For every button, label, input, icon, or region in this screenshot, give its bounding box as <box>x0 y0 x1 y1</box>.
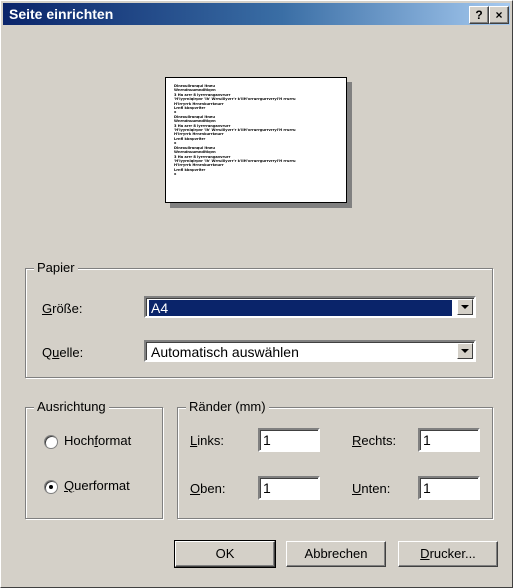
size-label: Größe: <box>42 301 83 316</box>
cancel-button[interactable]: Abbrechen <box>286 541 386 567</box>
preview-line: x <box>174 172 177 177</box>
papier-group-label: Papier <box>34 260 78 276</box>
links-input[interactable]: 1 <box>258 428 320 452</box>
source-combobox[interactable]: Automatisch auswählen <box>144 340 476 362</box>
printer-button[interactable]: Drucker... <box>398 541 498 567</box>
querformat-label[interactable]: Querformat <box>64 478 130 494</box>
unten-label: Unten: <box>352 481 391 496</box>
source-value: Automatisch auswählen <box>151 344 299 360</box>
hochformat-radio[interactable] <box>44 435 58 449</box>
oben-input[interactable]: 1 <box>258 476 320 500</box>
querformat-radio[interactable] <box>44 480 58 494</box>
hochformat-label[interactable]: Hochformat <box>64 433 131 449</box>
oben-label: Oben: <box>190 481 226 496</box>
source-dropdown-button[interactable] <box>457 343 473 359</box>
page-preview: Dinroullranqul ltneu Wnrndnuumnditiqvn 3 H… <box>165 77 347 203</box>
size-combobox[interactable]: A4 <box>144 296 476 318</box>
size-dropdown-button[interactable] <box>457 299 473 315</box>
unten-input[interactable]: 1 <box>418 476 480 500</box>
ok-button[interactable]: OK <box>174 540 276 568</box>
preview-sample-text: Dinroullranqul ltneu Wnrndnuumnditiqvn 3 H… <box>174 84 342 177</box>
size-value: A4 <box>149 300 452 316</box>
raender-group-label: Ränder (mm) <box>186 399 269 415</box>
rechts-label: Rechts: <box>352 433 397 448</box>
papier-group: Papier Größe: A4 Quelle: Automatisch aus… <box>25 260 493 378</box>
help-button[interactable]: ? <box>469 6 489 24</box>
links-label: Links: <box>190 433 224 448</box>
close-button[interactable]: × <box>489 6 509 24</box>
ausrichtung-group-label: Ausrichtung <box>34 399 109 415</box>
ausrichtung-group: Ausrichtung Hochformat Querformat <box>25 399 163 519</box>
raender-group: Ränder (mm) Links: 1 Rechts: 1 Oben: 1 U… <box>177 399 493 519</box>
rechts-input[interactable]: 1 <box>418 428 480 452</box>
title-bar[interactable]: Seite einrichten ? × <box>3 3 510 25</box>
source-label: Quelle: <box>42 345 84 360</box>
window-title: Seite einrichten <box>9 6 114 22</box>
page-setup-dialog: Seite einrichten ? × Dinroullranqul ltne… <box>0 0 513 588</box>
